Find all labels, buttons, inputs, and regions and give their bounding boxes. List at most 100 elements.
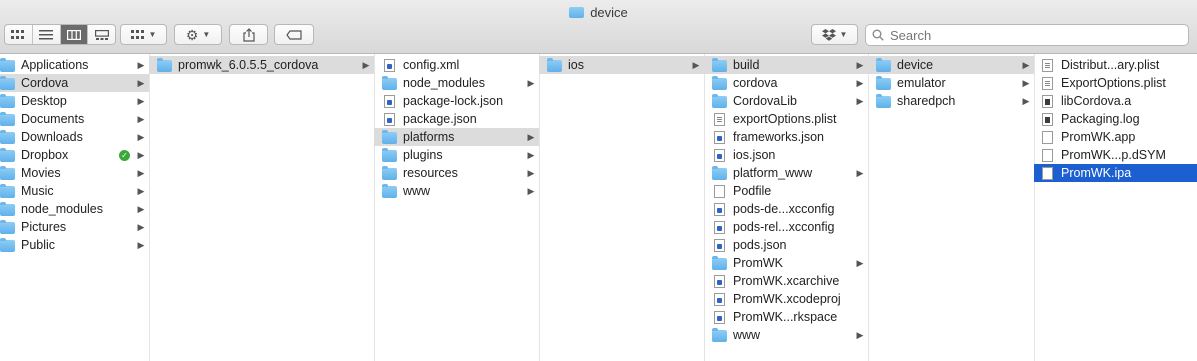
file-row[interactable]: libCordova.a <box>1034 92 1197 110</box>
desktop-folder-icon <box>0 93 15 108</box>
gallery-view-button[interactable] <box>88 25 115 44</box>
file-row[interactable]: Distribut...ary.plist <box>1034 56 1197 74</box>
folder-row[interactable]: Movies ▶ <box>0 164 149 182</box>
file-row[interactable]: PromWK.ipa <box>1034 164 1197 182</box>
folder-row[interactable]: node_modules ▶ <box>374 74 539 92</box>
folder-row[interactable]: ios ▶ <box>539 56 704 74</box>
window-title-area: device <box>0 4 1197 20</box>
folder-icon <box>712 75 727 90</box>
item-label: Public <box>21 238 56 252</box>
folder-row[interactable]: cordova ▶ <box>704 74 868 92</box>
file-row[interactable]: ExportOptions.plist <box>1034 74 1197 92</box>
file-row[interactable]: pods-rel...xcconfig <box>704 218 868 236</box>
dropbox-button[interactable]: ▼ <box>811 24 858 45</box>
tag-icon <box>286 29 302 40</box>
item-label: Downloads <box>21 130 83 144</box>
item-label: Music <box>21 184 54 198</box>
chevron-right-icon: ▶ <box>137 77 145 88</box>
group-by-button[interactable]: ▼ <box>120 24 167 45</box>
item-label: Cordova <box>21 76 69 90</box>
folder-row[interactable]: Cordova ▶ <box>0 74 149 92</box>
file-row[interactable]: ios.json <box>704 146 868 164</box>
folder-row[interactable]: Downloads ▶ <box>0 128 149 146</box>
folder-row[interactable]: Desktop ▶ <box>0 92 149 110</box>
exec-file-icon <box>1040 94 1055 108</box>
item-label: libCordova.a <box>1061 94 1132 108</box>
folder-row[interactable]: Public ▶ <box>0 236 149 254</box>
text-file-icon <box>712 184 727 198</box>
chevron-right-icon: ▶ <box>527 131 535 142</box>
file-row[interactable]: Podfile <box>704 182 868 200</box>
item-label: www <box>733 328 761 342</box>
folder-icon <box>876 75 891 90</box>
file-row[interactable]: PromWK.app <box>1034 128 1197 146</box>
folder-row[interactable]: PromWK ▶ <box>704 254 868 272</box>
json-file-icon <box>382 112 397 126</box>
folder-row[interactable]: emulator ▶ <box>868 74 1034 92</box>
list-view-button[interactable] <box>33 25 61 44</box>
folder-row[interactable]: Documents ▶ <box>0 110 149 128</box>
file-row[interactable]: Packaging.log <box>1034 110 1197 128</box>
folder-row[interactable]: platform_www ▶ <box>704 164 868 182</box>
folder-row[interactable]: Dropbox ✓ ▶ <box>0 146 149 164</box>
app-file-icon <box>1040 130 1055 144</box>
folder-row[interactable]: build ▶ <box>704 56 868 74</box>
folder-row[interactable]: sharedpch ▶ <box>868 92 1034 110</box>
chevron-right-icon: ▶ <box>137 167 145 178</box>
folder-row[interactable]: www ▶ <box>704 326 868 344</box>
documents-folder-icon <box>0 111 15 126</box>
folder-row[interactable]: plugins ▶ <box>374 146 539 164</box>
item-label: pods-de...xcconfig <box>733 202 835 216</box>
file-row[interactable]: PromWK.xcodeproj <box>704 290 868 308</box>
column-5: build ▶ cordova ▶ CordovaLib ▶ exportOptions.p… <box>704 54 869 361</box>
folder-row[interactable]: Applications ▶ <box>0 56 149 74</box>
dropbox-folder-icon <box>0 147 15 162</box>
share-button[interactable] <box>229 24 268 45</box>
file-row[interactable]: PromWK...rkspace <box>704 308 868 326</box>
column-2: promwk_6.0.5.5_cordova ▶ <box>149 54 375 361</box>
item-label: PromWK <box>733 256 783 270</box>
file-row[interactable]: config.xml <box>374 56 539 74</box>
dropbox-icon <box>821 28 836 41</box>
column-6: device ▶ emulator ▶ sharedpch ▶ <box>868 54 1035 361</box>
xcworkspace-file-icon <box>712 310 727 324</box>
view-mode-control[interactable] <box>4 24 116 45</box>
file-row[interactable]: exportOptions.plist <box>704 110 868 128</box>
item-label: device <box>897 58 934 72</box>
chevron-right-icon: ▶ <box>137 131 145 142</box>
folder-row[interactable]: Music ▶ <box>0 182 149 200</box>
file-row[interactable]: package.json <box>374 110 539 128</box>
search-field[interactable] <box>865 24 1189 46</box>
file-row[interactable]: PromWK.xcarchive <box>704 272 868 290</box>
file-row[interactable]: pods.json <box>704 236 868 254</box>
json-file-icon <box>712 238 727 252</box>
tags-button[interactable] <box>274 24 314 45</box>
file-row[interactable]: package-lock.json <box>374 92 539 110</box>
chevron-right-icon: ▶ <box>856 257 864 268</box>
chevron-right-icon: ▶ <box>527 185 535 196</box>
icon-grid-icon <box>11 29 25 39</box>
json-file-icon <box>712 148 727 162</box>
chevron-right-icon: ▶ <box>137 221 145 232</box>
folder-row[interactable]: promwk_6.0.5.5_cordova ▶ <box>149 56 374 74</box>
folder-row[interactable]: resources ▶ <box>374 164 539 182</box>
folder-row[interactable]: platforms ▶ <box>374 128 539 146</box>
item-label: Documents <box>21 112 85 126</box>
chevron-right-icon: ▶ <box>362 59 370 70</box>
item-label: pods.json <box>733 238 787 252</box>
file-row[interactable]: PromWK...p.dSYM <box>1034 146 1197 164</box>
file-row[interactable]: frameworks.json <box>704 128 868 146</box>
plist-file-icon <box>1040 58 1055 72</box>
folder-row[interactable]: device ▶ <box>868 56 1034 74</box>
icon-view-button[interactable] <box>5 25 33 44</box>
plist-file-icon <box>712 112 727 126</box>
folder-row[interactable]: node_modules ▶ <box>0 200 149 218</box>
action-menu-button[interactable]: ⚙ ▼ <box>174 24 222 45</box>
item-label: plugins <box>403 148 443 162</box>
folder-row[interactable]: CordovaLib ▶ <box>704 92 868 110</box>
search-input[interactable] <box>890 27 1180 43</box>
folder-row[interactable]: www ▶ <box>374 182 539 200</box>
folder-row[interactable]: Pictures ▶ <box>0 218 149 236</box>
file-row[interactable]: pods-de...xcconfig <box>704 200 868 218</box>
column-view-button[interactable] <box>60 25 89 44</box>
